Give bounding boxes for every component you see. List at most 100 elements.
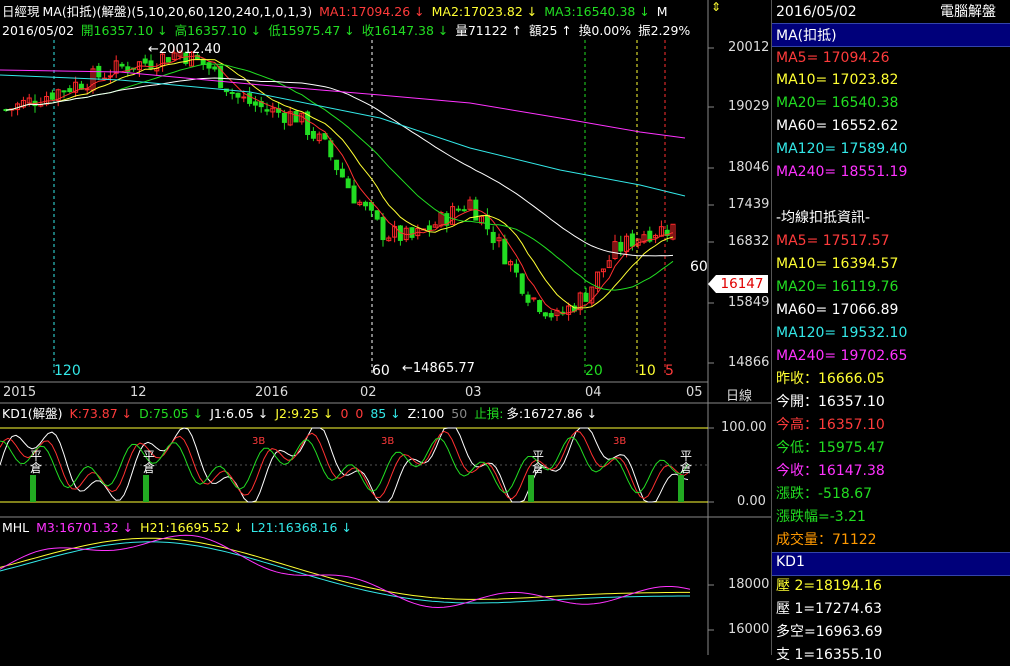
price-axis-label: 19029 <box>728 99 770 114</box>
kd-3b-marker: 3B <box>613 436 627 447</box>
mhl-axis-bottom: 16000 <box>728 622 770 637</box>
price-axis-label: 14866 <box>728 355 770 370</box>
deduct-label-20: 20 <box>585 363 603 379</box>
kd-signal-marker: 平 倉 <box>30 449 43 475</box>
panel-deduct-ma240: MA240= 19702.65 <box>776 348 908 364</box>
time-axis-label: 03 <box>465 385 482 400</box>
kd-v85: 85 ↓ <box>370 406 401 421</box>
kd-name[interactable]: KD1(解盤) <box>2 406 63 421</box>
current-price-tag: 16147 <box>708 275 768 293</box>
kd-k: K:73.87 ↓ <box>69 406 133 421</box>
kd-j2: J2:9.25 ↓ <box>275 406 334 421</box>
mhl-h21: H21:16695.52 ↓ <box>140 520 244 535</box>
panel-press2: 壓 2=18194.16 <box>776 578 882 594</box>
time-axis-label: 12 <box>130 385 147 400</box>
panel-prev-close: 昨收：16666.05 <box>776 371 885 387</box>
scroll-arrows-icon[interactable]: ⇕ <box>711 0 721 14</box>
panel-ma120: MA120= 17589.40 <box>776 141 908 157</box>
panel-section-ma[interactable]: MA(扣抵) <box>772 23 1010 47</box>
deduct-label-120: 120 <box>54 363 81 379</box>
panel-deduct-ma20: MA20= 16119.76 <box>776 279 899 295</box>
panel-mode[interactable]: 電腦解盤 <box>940 1 996 23</box>
bar-date: 2016/05/02 <box>2 23 75 38</box>
info-panel: 2016/05/02 電腦解盤 MA(扣抵) MA5= 17094.26 MA1… <box>771 0 1010 663</box>
price-axis-label: 17439 <box>728 197 770 212</box>
kd-3b-marker: 3B <box>252 436 266 447</box>
high-value: 高16357.10 ↓ <box>174 23 262 38</box>
kd-v0b: 0 <box>355 406 364 421</box>
indicator-title[interactable]: MA(扣抵)(解盤)(5,10,20,60,120,240,1,0,1,3) <box>43 4 313 19</box>
price-header-row1: 日經現 MA(扣抵)(解盤)(5,10,20,60,120,240,1,0,1,3… <box>2 3 671 21</box>
period-low-label: ←14865.77 <box>402 361 475 376</box>
kd-z: Z:100 <box>407 406 445 421</box>
ma2-value: MA2:17023.82 ↓ <box>431 4 538 19</box>
kd-v50: 50 <box>451 406 468 421</box>
price-axis-label: 20012 <box>728 40 770 55</box>
time-axis-label: 04 <box>585 385 602 400</box>
kd-axis-bottom: 0.00 <box>737 494 766 509</box>
kd-3b-marker: 3B <box>381 436 395 447</box>
mhl-indicator-lines <box>0 534 691 609</box>
panel-change: 漲跌：-518.67 <box>776 486 873 502</box>
kd-axis-top: 100.00 <box>721 420 767 435</box>
amount-value: 額25 ↑ <box>529 23 572 38</box>
panel-ma10: MA10= 17023.82 <box>776 72 899 88</box>
panel-ma240: MA240= 18551.19 <box>776 164 908 180</box>
ma60-end-label: 60 <box>690 259 708 275</box>
panel-longshort: 多空=16963.69 <box>776 624 883 640</box>
panel-date: 2016/05/02 <box>776 4 857 20</box>
candlestick-series <box>3 46 676 322</box>
panel-ma60: MA60= 16552.62 <box>776 118 899 134</box>
moving-average-lines <box>0 55 686 315</box>
panel-press1: 壓 1=17274.63 <box>776 601 882 617</box>
panel-today-open: 今開：16357.10 <box>776 394 885 410</box>
panel-deduct-ma10: MA10= 16394.57 <box>776 256 899 272</box>
ma1-value: MA1:17094.26 ↓ <box>319 4 425 19</box>
kd-signal-marker: 平 倉 <box>532 449 545 475</box>
price-header-row2: 2016/05/02 開16357.10 ↓ 高16357.10 ↓ 低1597… <box>2 22 693 40</box>
kd-stop: 止損: <box>474 406 504 421</box>
time-axis-label: 2015 <box>3 385 37 400</box>
time-axis-label: 05 <box>686 385 703 400</box>
more-indicator: M <box>656 4 668 19</box>
mhl-axis-top: 18000 <box>728 577 770 592</box>
kd-header: KD1(解盤) K:73.87 ↓ D:75.05 ↓ J1:6.05 ↓ J2… <box>2 405 600 423</box>
panel-today-low: 今低：15975.47 <box>776 440 885 456</box>
amplitude-value: 振2.29% <box>638 23 691 38</box>
panel-ma5: MA5= 17094.26 <box>776 50 890 66</box>
panel-deduct-ma120: MA120= 19532.10 <box>776 325 908 341</box>
symbol-name[interactable]: 日經現 <box>2 4 40 19</box>
mhl-m3: M3:16701.32 ↓ <box>36 520 134 535</box>
kd-signal-marker: 平 倉 <box>680 449 693 475</box>
ma3-value: MA3:16540.38 ↓ <box>544 4 650 19</box>
kd-signal-marker: 平 倉 <box>143 449 156 475</box>
low-value: 低15975.47 ↓ <box>268 23 355 38</box>
mhl-l21: L21:16368.16 ↓ <box>250 520 352 535</box>
panel-deduct-ma5: MA5= 17517.57 <box>776 233 890 249</box>
deduct-lines <box>53 40 666 375</box>
price-ticks <box>708 47 714 631</box>
time-axis-label: 02 <box>360 385 377 400</box>
panel-deduct-ma60: MA60= 17066.89 <box>776 302 899 318</box>
price-axis-label: 16832 <box>728 234 770 249</box>
deduct-label-60: 60 <box>372 363 390 379</box>
kd-long: 多:16727.86 ↓ <box>506 406 598 421</box>
deduct-label-10: 10 <box>638 363 656 379</box>
kd-j1: J1:6.05 ↓ <box>210 406 269 421</box>
panel-today-high: 今高：16357.10 <box>776 417 885 433</box>
volume-value: 量71122 ↑ <box>455 23 523 38</box>
kd-d: D:75.05 ↓ <box>139 406 204 421</box>
price-axis-label: 15849 <box>728 295 770 310</box>
panel-deduct-title: -均線扣抵資訊- <box>776 210 871 226</box>
mhl-header: MHL M3:16701.32 ↓ H21:16695.52 ↓ L21:163… <box>2 519 355 537</box>
mhl-name[interactable]: MHL <box>2 520 29 535</box>
panel-section-kd[interactable]: KD1 <box>772 552 1010 576</box>
close-value: 收16147.38 ↓ <box>361 23 449 38</box>
period-high-label: ←20012.40 <box>148 42 221 57</box>
panel-change-pct: 漲跌幅=-3.21 <box>776 509 866 525</box>
deduct-label-5: 5 <box>665 363 674 379</box>
period-selector[interactable]: 日線 <box>726 385 752 404</box>
time-axis-label: 2016 <box>255 385 289 400</box>
turnover-value: 換0.00% <box>578 23 632 38</box>
kd-indicator-lines <box>0 427 689 503</box>
